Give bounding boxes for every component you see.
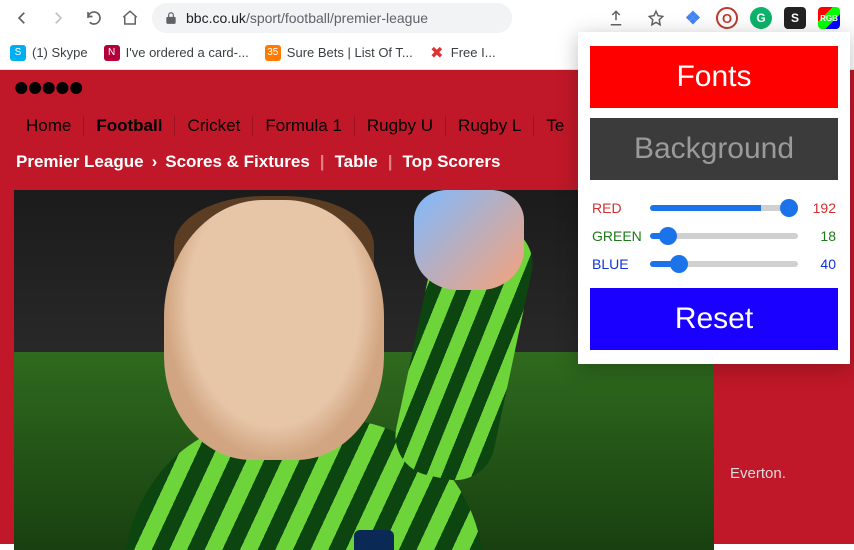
subnav-item-table[interactable]: Table (335, 152, 378, 172)
breadcrumb[interactable]: Premier League (16, 152, 144, 172)
rgb-extension-icon[interactable]: RGB (818, 7, 840, 29)
favicon-icon: ✖ (429, 45, 445, 61)
nav-item-cricket[interactable]: Cricket (175, 110, 252, 142)
extension-icon[interactable]: S (784, 7, 806, 29)
star-icon[interactable] (642, 4, 670, 32)
hero-caption: Everton. (730, 465, 786, 482)
nav-item-formula1[interactable]: Formula 1 (253, 110, 354, 142)
blue-slider-row: BLUE 40 (592, 250, 836, 278)
favicon-icon: N (104, 45, 120, 61)
favicon-icon: 35 (265, 45, 281, 61)
bookmark-item[interactable]: 35 Sure Bets | List Of T... (265, 45, 413, 61)
red-slider[interactable] (650, 205, 798, 211)
blue-label: BLUE (592, 256, 642, 272)
red-value: 192 (806, 200, 836, 216)
nav-item-more[interactable]: Te (534, 110, 576, 142)
subnav-item-scores[interactable]: Scores & Fixtures (165, 152, 310, 172)
blue-slider[interactable] (650, 261, 798, 267)
rgb-extension-panel: Fonts Background RED 192 GREEN 18 BLUE 4… (578, 32, 850, 364)
share-icon[interactable] (602, 4, 630, 32)
nav-item-rugbyl[interactable]: Rugby L (446, 110, 533, 142)
green-value: 18 (806, 228, 836, 244)
extension-icon[interactable]: O (716, 7, 738, 29)
extension-icon[interactable]: G (750, 7, 772, 29)
chevron-right-icon: › (152, 152, 158, 172)
site-brand: ••••• (14, 64, 83, 112)
red-slider-row: RED 192 (592, 194, 836, 222)
browser-toolbar: bbc.co.uk/sport/football/premier-league … (0, 0, 854, 36)
bookmark-label: (1) Skype (32, 45, 88, 60)
forward-button[interactable] (44, 4, 72, 32)
bookmark-item[interactable]: S (1) Skype (10, 45, 88, 61)
blue-value: 40 (806, 256, 836, 272)
nav-item-rugbyu[interactable]: Rugby U (355, 110, 445, 142)
rgb-sliders: RED 192 GREEN 18 BLUE 40 (590, 190, 838, 278)
red-label: RED (592, 200, 642, 216)
home-button[interactable] (116, 4, 144, 32)
fonts-button[interactable]: Fonts (590, 46, 838, 108)
background-button[interactable]: Background (590, 118, 838, 180)
green-slider-row: GREEN 18 (592, 222, 836, 250)
nav-item-football[interactable]: Football (84, 110, 174, 142)
extension-icon[interactable]: ❖ (682, 7, 704, 29)
lock-icon (164, 11, 178, 25)
subnav-item-topscorers[interactable]: Top Scorers (402, 152, 500, 172)
favicon-icon: S (10, 45, 26, 61)
bookmark-item[interactable]: ✖ Free I... (429, 45, 496, 61)
bookmark-label: Free I... (451, 45, 496, 60)
bookmark-label: I've ordered a card-... (126, 45, 249, 60)
address-bar[interactable]: bbc.co.uk/sport/football/premier-league (152, 3, 512, 33)
nav-item-home[interactable]: Home (14, 110, 83, 142)
green-slider[interactable] (650, 233, 798, 239)
green-label: GREEN (592, 228, 642, 244)
back-button[interactable] (8, 4, 36, 32)
url-text: bbc.co.uk/sport/football/premier-league (186, 10, 428, 26)
bookmark-item[interactable]: N I've ordered a card-... (104, 45, 249, 61)
bookmark-label: Sure Bets | List Of T... (287, 45, 413, 60)
reset-button[interactable]: Reset (590, 288, 838, 350)
reload-button[interactable] (80, 4, 108, 32)
separator: | (386, 152, 395, 172)
separator: | (318, 152, 327, 172)
